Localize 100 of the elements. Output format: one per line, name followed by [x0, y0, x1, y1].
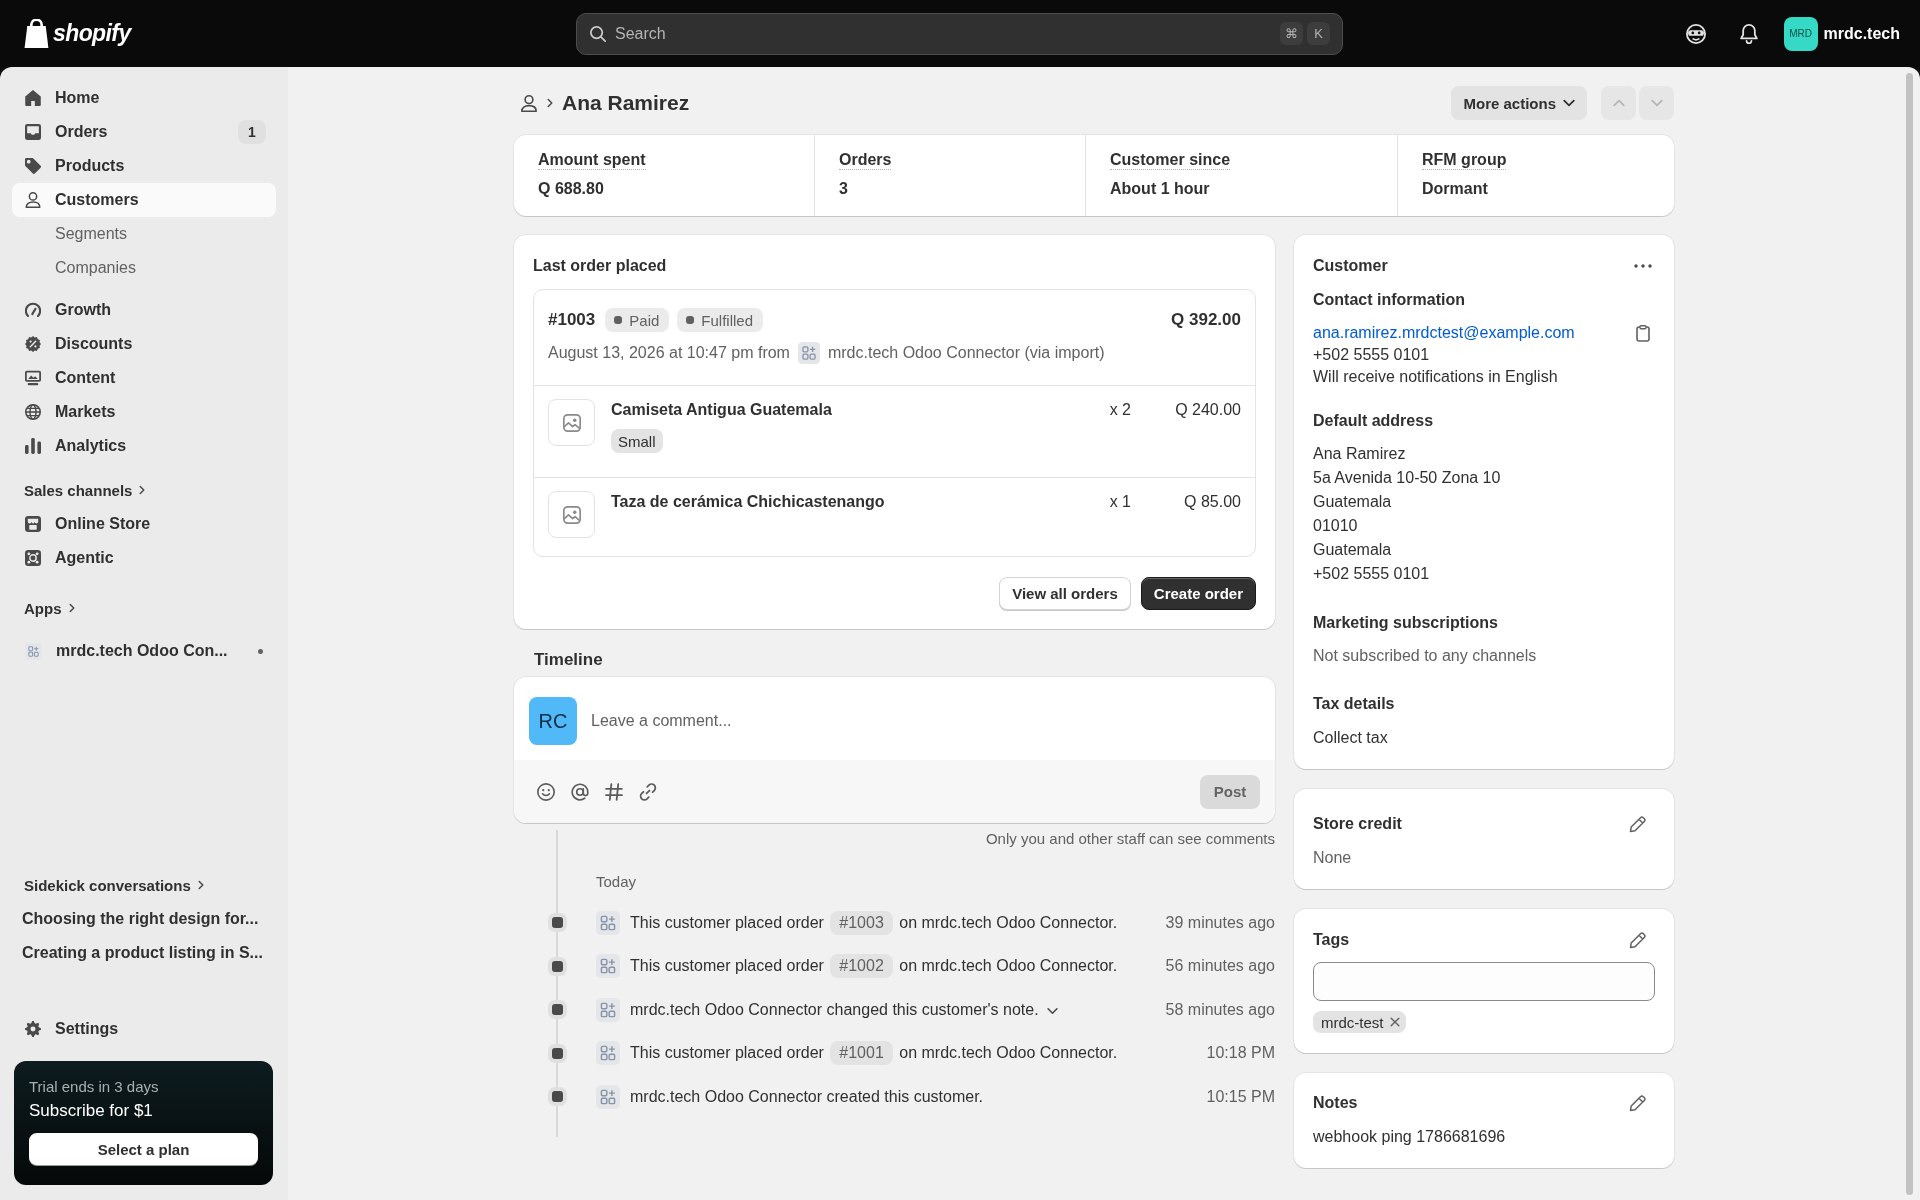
link-icon[interactable]	[639, 782, 657, 801]
status-label: Paid	[629, 311, 660, 329]
order-link[interactable]: #1003	[830, 910, 893, 935]
search-input-field[interactable]: Search	[615, 22, 1271, 45]
stat-label[interactable]: RFM group	[1422, 150, 1507, 170]
stat-label[interactable]: Customer since	[1110, 150, 1231, 170]
sidebar-item[interactable]: Growth	[12, 293, 276, 327]
sidebar-item[interactable]: Analytics	[12, 429, 276, 463]
tags-input-field[interactable]	[1313, 962, 1655, 1001]
marketing-status: Not subscribed to any channels	[1313, 646, 1537, 666]
shortcut-key: K	[1307, 22, 1330, 45]
select-plan-button[interactable]: Select a plan	[29, 1133, 258, 1165]
event-text: mrdc.tech Odoo Connector changed this customer's note.	[630, 997, 1058, 1022]
stat-value: 3	[839, 179, 848, 199]
store-name[interactable]: mrdc.tech	[1823, 24, 1900, 43]
sidekick-conversations-link[interactable]: Sidekick conversations	[12, 868, 204, 902]
email-link[interactable]: ana.ramirez.mrdctest@example.com	[1313, 322, 1575, 344]
sidebar-item[interactable]: mrdc.tech Odoo Con...	[12, 634, 276, 668]
hashtag-icon[interactable]	[605, 782, 623, 801]
app-tile-icon	[797, 342, 820, 364]
sidebar-subitem[interactable]: Companies	[12, 251, 276, 285]
section-heading: Default address	[1313, 411, 1434, 431]
view-orders-button[interactable]: View all orders	[999, 577, 1131, 610]
app-tile-icon	[596, 954, 620, 979]
sidebar-item[interactable]: Orders 1	[12, 115, 276, 149]
sidebar-subitem[interactable]: Segments	[12, 217, 276, 251]
card-title: Store credit	[1313, 814, 1402, 834]
stat-label[interactable]: Orders	[839, 150, 892, 170]
sidebar-item[interactable]: Settings	[12, 1012, 276, 1046]
stat-value: About 1 hour	[1110, 179, 1210, 199]
create-order-button[interactable]: Create order	[1140, 577, 1256, 610]
sidebar-item[interactable]: Products	[12, 149, 276, 183]
settings-icon	[25, 1021, 41, 1037]
mention-icon[interactable]	[571, 782, 589, 801]
event-time: 58 minutes ago	[1165, 1000, 1275, 1019]
network-icon	[25, 550, 41, 566]
chevron-right-icon	[547, 98, 553, 108]
sidebar-item[interactable]: Agentic	[12, 541, 276, 575]
sidebar-item[interactable]: Online Store	[12, 507, 276, 541]
logo-wordmark[interactable]: shopify	[53, 20, 131, 47]
address-line: Ana Ramirez	[1313, 444, 1406, 464]
edit-icon[interactable]	[1629, 1094, 1646, 1112]
product-name[interactable]: Camiseta Antigua Guatemala	[611, 399, 832, 421]
order-link[interactable]: #1002	[830, 954, 893, 979]
chevron-down-icon[interactable]	[1046, 1006, 1058, 1015]
card-title: Notes	[1313, 1093, 1358, 1113]
chevron-right-icon	[68, 603, 75, 613]
more-options-icon[interactable]	[1634, 264, 1652, 268]
notifications-icon[interactable]	[1739, 23, 1758, 44]
product-name[interactable]: Taza de cerámica Chichicastenango	[611, 491, 885, 513]
store-credit-value: None	[1313, 848, 1352, 868]
person-icon[interactable]	[521, 94, 537, 112]
emoji-icon[interactable]	[537, 782, 555, 801]
app-tile-icon	[596, 1041, 620, 1066]
address-line: 5a Avenida 10-50 Zona 10	[1313, 468, 1501, 488]
user-avatar: RC	[529, 697, 577, 745]
event-time: 56 minutes ago	[1165, 957, 1275, 976]
apps-link[interactable]: Apps	[12, 591, 75, 625]
sales-channels-link[interactable]: Sales channels	[12, 473, 146, 507]
stat-label[interactable]: Amount spent	[538, 150, 646, 170]
bar-chart-icon	[25, 438, 41, 454]
search-icon	[590, 25, 606, 42]
conversation-link[interactable]: Creating a product listing in S...	[12, 936, 276, 970]
conversation-link[interactable]: Choosing the right design for...	[12, 902, 276, 936]
comment-input-field[interactable]: Leave a comment...	[591, 709, 1260, 733]
phone-number: +502 5555 0101	[1313, 345, 1430, 365]
timeline-date: Today	[596, 872, 637, 892]
order-link[interactable]: #1001	[830, 1041, 893, 1066]
event-text: mrdc.tech Odoo Connector created this customer.	[630, 1086, 984, 1107]
sidebar-item[interactable]: Content	[12, 361, 276, 395]
masked-face-icon[interactable]	[1685, 23, 1706, 44]
sidebar-item[interactable]: Home	[12, 81, 276, 115]
app-tile-icon	[596, 910, 620, 935]
discount-badge-icon	[25, 336, 41, 352]
search-bar[interactable]: Search ⌘ K	[576, 12, 1343, 55]
sidebar-item[interactable]: Discounts	[12, 327, 276, 361]
order-source: mrdc.tech Odoo Connector (via import)	[827, 344, 1105, 362]
more-actions-button[interactable]: More actions	[1451, 86, 1587, 120]
order-number[interactable]: #1003	[548, 310, 596, 330]
sidebar-item[interactable]: Markets	[12, 395, 276, 429]
monitor-icon	[25, 370, 41, 386]
edit-icon[interactable]	[1629, 815, 1646, 833]
stat-value: Q 688.80	[538, 179, 604, 199]
status-label: Fulfilled	[701, 311, 753, 329]
address-line: Guatemala	[1313, 492, 1392, 512]
chevron-down-icon	[1650, 99, 1663, 107]
remove-icon[interactable]	[1389, 1017, 1400, 1027]
section-title: Timeline	[534, 650, 603, 670]
order-date: August 13, 2026 at 10:47 pm from	[548, 344, 790, 362]
section-heading: Contact information	[1313, 290, 1465, 310]
item-price: Q 85.00	[1183, 492, 1241, 512]
store-avatar[interactable]: MRD	[1783, 16, 1818, 51]
edit-icon[interactable]	[1629, 931, 1646, 949]
chevron-up-icon	[1612, 99, 1625, 107]
section-heading: Marketing subscriptions	[1313, 613, 1498, 633]
shopping-bag-icon	[24, 19, 49, 48]
person-icon	[25, 192, 41, 208]
scrollbar-thumb[interactable]	[1906, 73, 1913, 1195]
clipboard-icon[interactable]	[1636, 324, 1650, 342]
sidebar-item[interactable]: Customers	[12, 183, 276, 217]
